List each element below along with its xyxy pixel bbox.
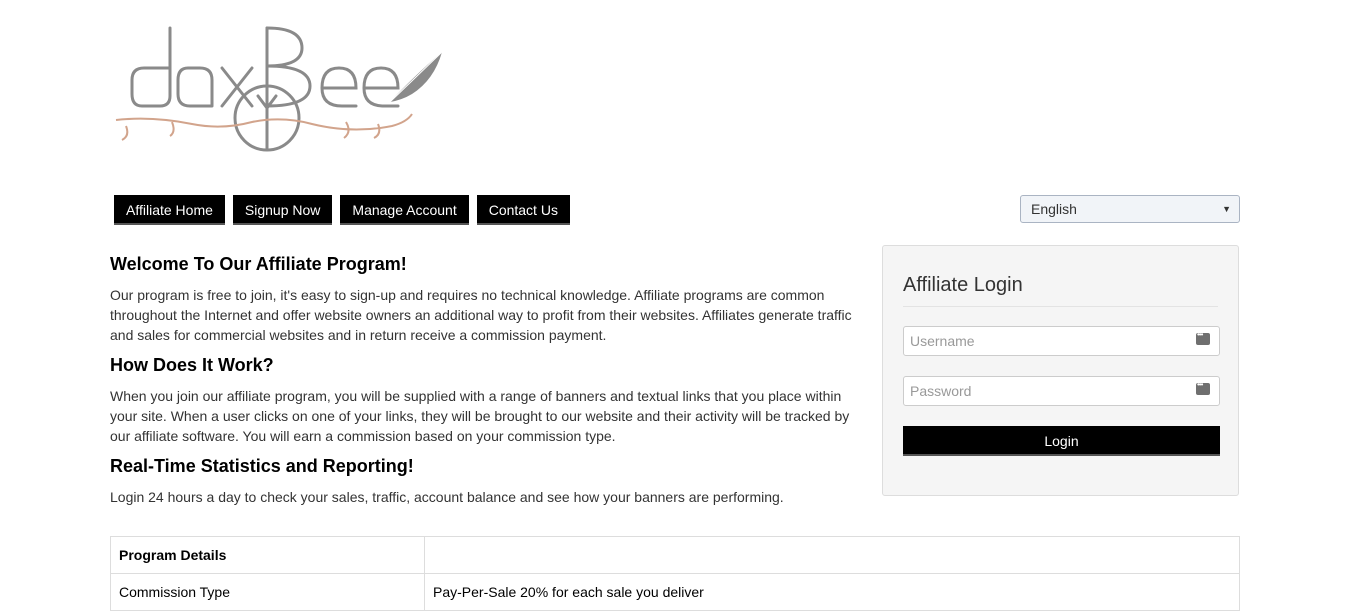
affiliate-login-panel: Affiliate Login Login bbox=[882, 245, 1239, 496]
password-field[interactable] bbox=[903, 376, 1220, 406]
password-manager-icon[interactable] bbox=[1196, 330, 1210, 345]
username-input[interactable] bbox=[904, 327, 1186, 355]
table-row: Program Details bbox=[110, 536, 1240, 574]
section-title-how-it-works: How Does It Work? bbox=[110, 355, 274, 375]
section-body-welcome: Our program is free to join, it's easy t… bbox=[110, 287, 852, 343]
section-title-welcome: Welcome To Our Affiliate Program! bbox=[110, 254, 407, 274]
login-divider bbox=[903, 306, 1218, 307]
chevron-down-icon: ▼ bbox=[1222, 204, 1231, 214]
section-body-how-it-works: When you join our affiliate program, you… bbox=[110, 388, 850, 444]
password-input[interactable] bbox=[904, 377, 1186, 405]
commission-type-value: Pay-Per-Sale 20% for each sale you deliv… bbox=[424, 573, 1240, 611]
main-nav: Affiliate Home Signup Now Manage Account… bbox=[114, 195, 570, 225]
language-select-value: English bbox=[1031, 201, 1077, 217]
program-details-header: Program Details bbox=[110, 536, 425, 574]
brand-logo[interactable] bbox=[112, 18, 452, 158]
nav-signup-now[interactable]: Signup Now bbox=[232, 195, 333, 225]
nav-manage-account[interactable]: Manage Account bbox=[340, 195, 469, 225]
table-cell-empty bbox=[424, 536, 1240, 574]
language-select[interactable]: English ▼ bbox=[1020, 195, 1240, 223]
main-content: Welcome To Our Affiliate Program! Our pr… bbox=[110, 254, 860, 517]
section-title-statistics: Real-Time Statistics and Reporting! bbox=[110, 456, 414, 476]
login-button[interactable]: Login bbox=[903, 426, 1220, 456]
commission-type-label: Commission Type bbox=[110, 573, 425, 611]
nav-affiliate-home[interactable]: Affiliate Home bbox=[114, 195, 225, 225]
section-body-statistics: Login 24 hours a day to check your sales… bbox=[110, 489, 784, 505]
username-field[interactable] bbox=[903, 326, 1220, 356]
table-row: Commission Type Pay-Per-Sale 20% for eac… bbox=[110, 573, 1240, 611]
login-title: Affiliate Login bbox=[903, 274, 1023, 296]
logo-graphic bbox=[115, 26, 443, 152]
program-details-table: Program Details Commission Type Pay-Per-… bbox=[110, 536, 1240, 611]
password-manager-icon[interactable] bbox=[1196, 380, 1210, 395]
nav-contact-us[interactable]: Contact Us bbox=[476, 195, 570, 225]
page: Affiliate Home Signup Now Manage Account… bbox=[0, 0, 1349, 611]
